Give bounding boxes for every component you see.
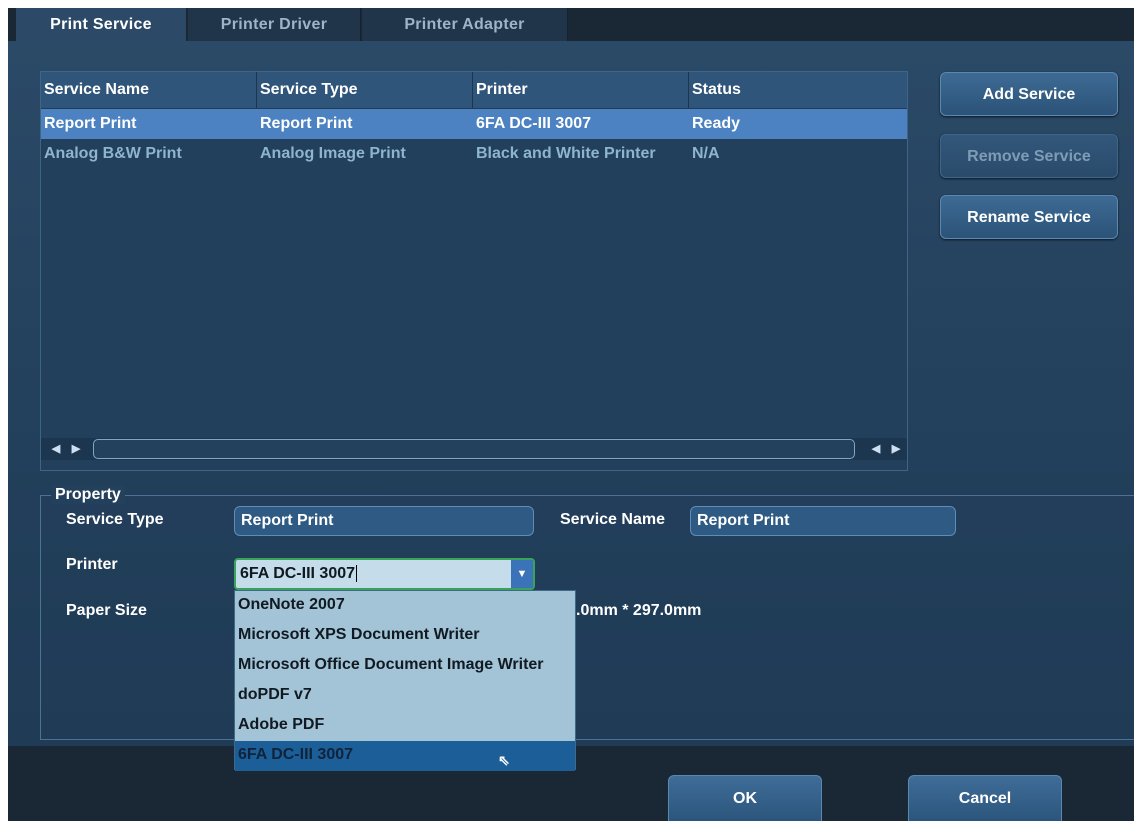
scroll-left-icon[interactable]: ◀ bbox=[867, 440, 885, 458]
tab-printer-driver[interactable]: Printer Driver bbox=[188, 8, 361, 41]
tab-bar: Print Service Printer Driver Printer Ada… bbox=[8, 8, 1134, 41]
table-row[interactable]: Analog B&W Print Analog Image Print Blac… bbox=[41, 139, 907, 169]
printer-combobox-value: 6FA DC-III 3007 bbox=[240, 565, 356, 582]
mouse-pointer-icon: ⇖ bbox=[498, 752, 510, 768]
service-name-field[interactable]: Report Print bbox=[690, 506, 956, 536]
chevron-down-icon[interactable]: ▼ bbox=[511, 560, 533, 588]
horizontal-scrollbar[interactable]: ◀ ▶ ◀ ▶ bbox=[41, 438, 907, 460]
dropdown-option[interactable]: doPDF v7 bbox=[235, 681, 575, 711]
cell-service-name: Report Print bbox=[44, 115, 137, 132]
col-printer[interactable]: Printer bbox=[473, 72, 689, 108]
paper-size-value: .0mm * 297.0mm bbox=[576, 602, 702, 619]
col-service-type[interactable]: Service Type bbox=[257, 72, 473, 108]
scrollbar-thumb[interactable] bbox=[93, 439, 855, 459]
property-legend: Property bbox=[51, 486, 125, 504]
cell-status: N/A bbox=[692, 145, 720, 162]
printer-combobox[interactable]: 6FA DC-III 3007 ▼ bbox=[234, 558, 535, 590]
tab-print-service[interactable]: Print Service bbox=[16, 8, 186, 41]
table-row[interactable]: Report Print Report Print 6FA DC-III 300… bbox=[41, 109, 907, 139]
cell-printer: 6FA DC-III 3007 bbox=[476, 115, 592, 132]
scroll-right-icon[interactable]: ▶ bbox=[887, 440, 905, 458]
service-type-field[interactable]: Report Print bbox=[234, 506, 534, 536]
text-caret bbox=[356, 565, 358, 583]
paper-size-label: Paper Size bbox=[66, 602, 147, 619]
col-status[interactable]: Status bbox=[689, 72, 907, 108]
tab-printer-adapter[interactable]: Printer Adapter bbox=[362, 8, 568, 41]
col-service-name[interactable]: Service Name bbox=[41, 72, 257, 108]
cell-service-type: Analog Image Print bbox=[260, 145, 406, 162]
ok-button[interactable]: OK bbox=[668, 775, 822, 821]
dropdown-option[interactable]: OneNote 2007 bbox=[235, 591, 575, 621]
cell-service-type: Report Print bbox=[260, 115, 353, 132]
table-header: Service Name Service Type Printer Status bbox=[41, 72, 907, 109]
dropdown-option[interactable]: Microsoft Office Document Image Writer bbox=[235, 651, 575, 681]
dropdown-option[interactable]: Adobe PDF bbox=[235, 711, 575, 741]
cell-service-name: Analog B&W Print bbox=[44, 145, 182, 162]
cell-status: Ready bbox=[692, 115, 741, 132]
service-name-label: Service Name bbox=[560, 511, 665, 528]
printer-dropdown-list: OneNote 2007 Microsoft XPS Document Writ… bbox=[234, 590, 576, 771]
remove-service-button[interactable]: Remove Service bbox=[940, 134, 1118, 178]
cell-printer: Black and White Printer bbox=[476, 145, 656, 162]
cancel-button[interactable]: Cancel bbox=[908, 775, 1062, 821]
printer-label: Printer bbox=[66, 556, 118, 573]
scroll-left-icon[interactable]: ◀ bbox=[47, 440, 65, 458]
print-settings-window: Print Service Printer Driver Printer Ada… bbox=[8, 8, 1134, 821]
service-type-label: Service Type bbox=[66, 511, 164, 528]
add-service-button[interactable]: Add Service bbox=[940, 72, 1118, 116]
service-table: Service Name Service Type Printer Status… bbox=[40, 71, 908, 471]
scroll-right-icon[interactable]: ▶ bbox=[67, 440, 85, 458]
dropdown-option[interactable]: Microsoft XPS Document Writer bbox=[235, 621, 575, 651]
dropdown-option-selected[interactable]: 6FA DC-III 3007 bbox=[235, 741, 575, 771]
rename-service-button[interactable]: Rename Service bbox=[940, 195, 1118, 239]
